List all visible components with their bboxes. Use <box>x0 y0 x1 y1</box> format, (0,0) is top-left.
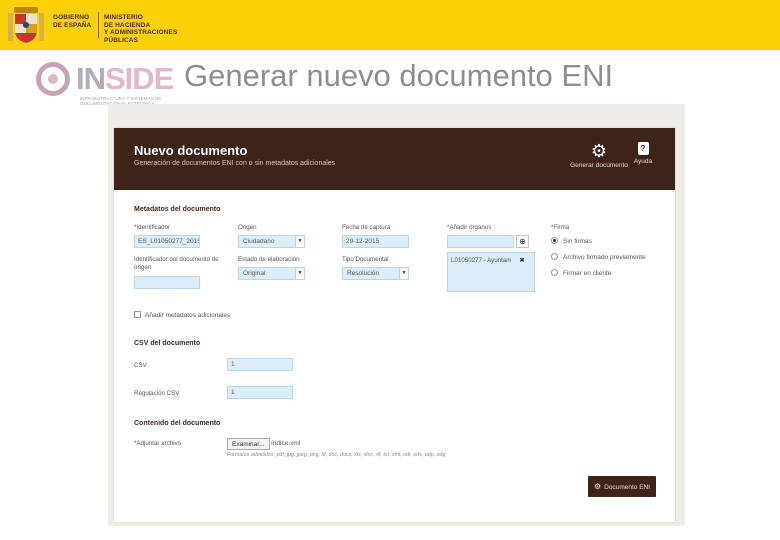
app-screenshot-frame: Nuevo documento Generación de documentos… <box>108 104 685 526</box>
radio-selected-icon <box>551 237 558 244</box>
generate-document-button[interactable]: ⚙ Generar documento <box>569 142 629 169</box>
radio-client-label: Firmar en cliente <box>563 270 612 278</box>
organ-tag: L01050277 - Ayuntam ✖ <box>451 257 525 264</box>
origin-doc-id-label: Identificador del documento de origen <box>134 256 219 271</box>
inside-word-part2: SIDE <box>105 61 174 96</box>
origin-select[interactable]: Ciudadano ▼ <box>238 235 305 248</box>
radio-no-signature[interactable]: Sin firmas <box>551 237 592 246</box>
radio-sign-in-client[interactable]: Firmar en cliente <box>551 269 612 278</box>
chevron-down-icon: ▼ <box>295 236 304 247</box>
create-eni-document-label: Documento ENI <box>604 484 651 491</box>
elaboration-state-label: Estado de elaboración <box>238 256 300 263</box>
help-label: Ayuda <box>633 158 653 165</box>
signature-label: *Firma <box>551 224 570 231</box>
metadata-section-title: Metadatos del documento <box>134 206 221 213</box>
banner-divider <box>98 12 99 38</box>
radio-presigned-file[interactable]: Archivo firmado previamente <box>551 253 646 262</box>
radio-icon <box>551 253 558 260</box>
page-title: Nuevo documento <box>134 143 248 158</box>
add-icon: ⊕ <box>519 237 526 246</box>
doc-type-select[interactable]: Resolución ▼ <box>342 267 409 280</box>
question-icon: ? <box>637 142 649 155</box>
selected-organs-list: L01050277 - Ayuntam ✖ <box>447 252 535 292</box>
chevron-down-icon: ▼ <box>295 268 304 279</box>
allowed-formats-hint: Formatos admitidos: pdf, jpg, jpeg, png,… <box>227 452 446 458</box>
origin-value: Ciudadano <box>243 238 275 245</box>
inside-word-part1: IN <box>76 61 106 96</box>
gov-line-1: GOBIERNO <box>53 14 90 21</box>
generate-document-label: Generar documento <box>570 162 628 169</box>
government-text: GOBIERNO DE ESPAÑA <box>53 14 93 29</box>
government-logo: GOBIERNO DE ESPAÑA MINISTERIO DE HACIEND… <box>0 0 210 50</box>
checkbox-icon <box>134 311 141 318</box>
regulation-csv-label: Regulación CSV <box>134 390 180 397</box>
elaboration-state-select[interactable]: Original ▼ <box>238 267 305 280</box>
organ-tag-label: L01050277 - Ayuntam <box>451 257 512 264</box>
ministry-text: MINISTERIO DE HACIENDA Y ADMINISTRACIONE… <box>104 14 209 44</box>
origin-doc-id-input[interactable] <box>134 276 200 289</box>
identifier-input[interactable]: ES_L01050277_2015_ <box>134 235 200 248</box>
identifier-label: *Identificador <box>134 224 171 231</box>
add-organs-input[interactable] <box>447 235 514 248</box>
coat-of-arms-icon <box>8 7 44 43</box>
regulation-csv-input[interactable]: 1 <box>227 386 293 399</box>
app-header: Nuevo documento Generación de documentos… <box>114 128 675 190</box>
help-button[interactable]: ? Ayuda <box>630 142 656 165</box>
add-organ-button[interactable]: ⊕ <box>516 235 529 248</box>
attach-file-label: *Adjuntar archivo <box>134 440 182 447</box>
chevron-down-icon: ▼ <box>399 268 408 279</box>
slide-title: Generar nuevo documento ENI <box>184 58 614 93</box>
radio-presigned-label: Archivo firmado previamente <box>563 254 646 262</box>
doc-type-label: Tipo Documental <box>342 256 389 263</box>
page-subtitle: Generación de documentos ENI con o sin m… <box>134 160 336 167</box>
remove-organ-icon[interactable]: ✖ <box>519 257 524 264</box>
radio-icon <box>551 269 558 276</box>
government-banner: GOBIERNO DE ESPAÑA MINISTERIO DE HACIEND… <box>0 0 780 50</box>
capture-date-input[interactable]: 29-12-2015 <box>342 235 409 248</box>
ministry-line-3: Y ADMINISTRACIONES PÚBLICAS <box>104 29 178 44</box>
csv-section-title: CSV del documento <box>134 340 201 347</box>
additional-metadata-checkbox[interactable]: Añadir metadatos adicionales <box>134 311 231 320</box>
inside-ring-icon <box>36 62 70 96</box>
content-section-title: Contenido del documento <box>134 420 221 427</box>
ministry-line-1: MINISTERIO <box>104 14 143 21</box>
radio-no-signature-label: Sin firmas <box>563 238 592 246</box>
selected-file-name: índice.xml <box>271 440 301 447</box>
additional-metadata-label: Añadir metadatos adicionales <box>145 312 231 320</box>
csv-label: CSV <box>134 362 147 369</box>
ministry-line-2: DE HACIENDA <box>104 21 151 29</box>
create-eni-document-button[interactable]: ⚙ Documento ENI <box>588 476 657 497</box>
capture-date-label: Fecha de captura <box>342 224 391 231</box>
add-organs-label: *Añadir órganos <box>447 224 492 231</box>
gear-icon: ⚙ <box>590 141 608 161</box>
elaboration-state-value: Original <box>243 270 266 277</box>
doc-type-value: Resolución <box>347 270 380 277</box>
browse-file-button[interactable]: Examinar... <box>227 438 270 450</box>
csv-input[interactable]: 1 <box>227 358 293 371</box>
app-window: Nuevo documento Generación de documentos… <box>114 128 675 522</box>
gov-line-2: DE ESPAÑA <box>53 21 92 29</box>
origin-label: Origen <box>238 224 257 231</box>
gear-icon: ⚙ <box>594 482 602 491</box>
inside-wordmark: INSIDE <box>76 61 174 97</box>
